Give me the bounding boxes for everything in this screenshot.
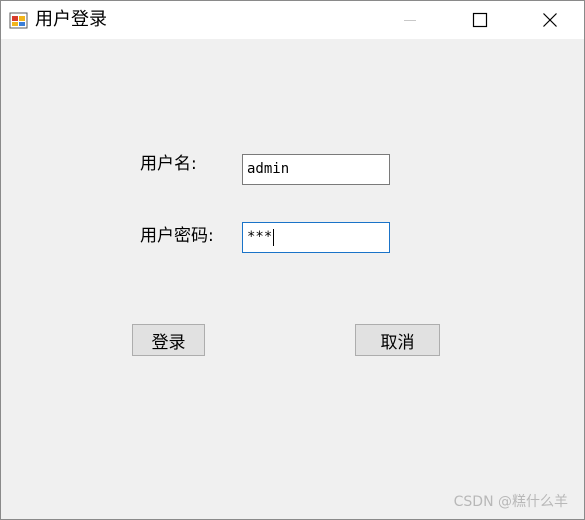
- text-caret: [273, 228, 275, 246]
- username-label: 用户名:: [140, 154, 197, 174]
- username-input[interactable]: admin: [242, 154, 390, 185]
- password-value: ***: [247, 229, 273, 245]
- password-label: 用户密码:: [140, 226, 214, 246]
- minimize-icon: [404, 20, 416, 21]
- watermark-text: CSDN @糕什么羊: [453, 494, 568, 510]
- form-client-area: 用户名: admin 用户密码: *** 登录 取消 CSDN @糕什么羊: [1, 39, 584, 519]
- app-icon: [9, 12, 28, 29]
- close-button[interactable]: [521, 1, 579, 39]
- login-window: 用户登录 用户名: admin 用户密码: *** 登录 取消 CSDN @糕什…: [0, 0, 585, 520]
- window-title: 用户登录: [35, 9, 107, 30]
- password-input[interactable]: ***: [242, 222, 390, 253]
- title-bar[interactable]: 用户登录: [1, 1, 584, 39]
- cancel-button[interactable]: 取消: [355, 324, 440, 356]
- maximize-icon: [472, 12, 488, 28]
- login-button[interactable]: 登录: [132, 324, 205, 356]
- minimize-button[interactable]: [381, 1, 439, 39]
- maximize-button[interactable]: [451, 1, 509, 39]
- close-icon: [543, 13, 557, 27]
